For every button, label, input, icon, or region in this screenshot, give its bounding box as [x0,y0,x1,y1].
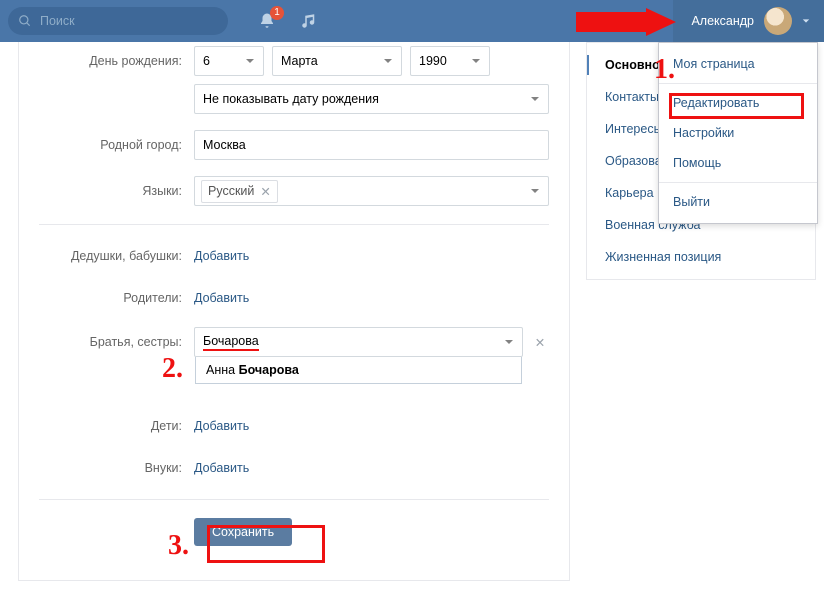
arrow-annotation [576,8,676,36]
menu-item-my-page[interactable]: Моя страница [659,49,817,79]
bday-year-select[interactable]: 1990 [410,46,490,76]
siblings-suggestion[interactable]: Анна Бочарова [195,357,522,384]
menu-item-edit[interactable]: Редактировать [659,88,817,118]
chevron-down-icon [383,56,393,66]
bday-visibility-select[interactable]: Не показывать дату рождения [194,84,549,114]
hometown-input[interactable]: Москва [194,130,549,160]
parents-label: Родители: [19,291,194,305]
chevron-down-icon [530,94,540,104]
add-child-link[interactable]: Добавить [194,419,249,433]
languages-label: Языки: [19,184,194,198]
save-button[interactable]: Сохранить [194,518,292,546]
avatar [764,7,792,35]
header-icons: 1 [258,12,318,30]
chevron-down-icon [471,56,481,66]
profile-menu-button[interactable]: Александр [673,0,824,42]
chevron-down-icon [530,186,540,196]
chevron-down-icon [504,337,514,347]
user-dropdown-menu: Моя страница Редактировать Настройки Пом… [658,42,818,224]
notifications-button[interactable]: 1 [258,12,276,30]
language-tag[interactable]: Русский ✕ [201,180,278,203]
bday-day-select[interactable]: 6 [194,46,264,76]
clear-sibling-icon[interactable]: ✕ [531,335,549,350]
menu-item-help[interactable]: Помощь [659,148,817,178]
divider [39,499,549,500]
siblings-input[interactable]: Бочарова Анна Бочарова [194,327,523,357]
search-icon [18,14,32,28]
bday-month-select[interactable]: Марта [272,46,402,76]
menu-item-logout[interactable]: Выйти [659,187,817,217]
chevron-down-icon [245,56,255,66]
grandparents-label: Дедушки, бабушки: [19,249,194,263]
search-placeholder: Поиск [40,14,75,28]
grandchildren-label: Внуки: [19,461,194,475]
languages-input[interactable]: Русский ✕ [194,176,549,206]
music-button[interactable] [300,12,318,30]
sidebar-item-life[interactable]: Жизненная позиция [587,241,815,273]
birthday-label: День рождения: [19,54,194,68]
siblings-label: Братья, сестры: [19,335,194,349]
top-header: Поиск 1 Александр [0,0,824,42]
hometown-label: Родной город: [19,138,194,152]
children-label: Дети: [19,419,194,433]
edit-profile-card: День рождения: 6 Марта 1990 [18,42,570,581]
menu-item-settings[interactable]: Настройки [659,118,817,148]
menu-separator [659,83,817,84]
add-grandparent-link[interactable]: Добавить [194,249,249,263]
remove-tag-icon[interactable]: ✕ [260,184,270,199]
add-parent-link[interactable]: Добавить [194,291,249,305]
notification-badge: 1 [270,6,284,20]
add-grandchild-link[interactable]: Добавить [194,461,249,475]
profile-name: Александр [691,14,754,28]
chevron-down-icon [802,17,810,25]
music-icon [300,12,318,30]
divider [39,224,549,225]
search-input[interactable]: Поиск [8,7,228,35]
menu-separator [659,182,817,183]
